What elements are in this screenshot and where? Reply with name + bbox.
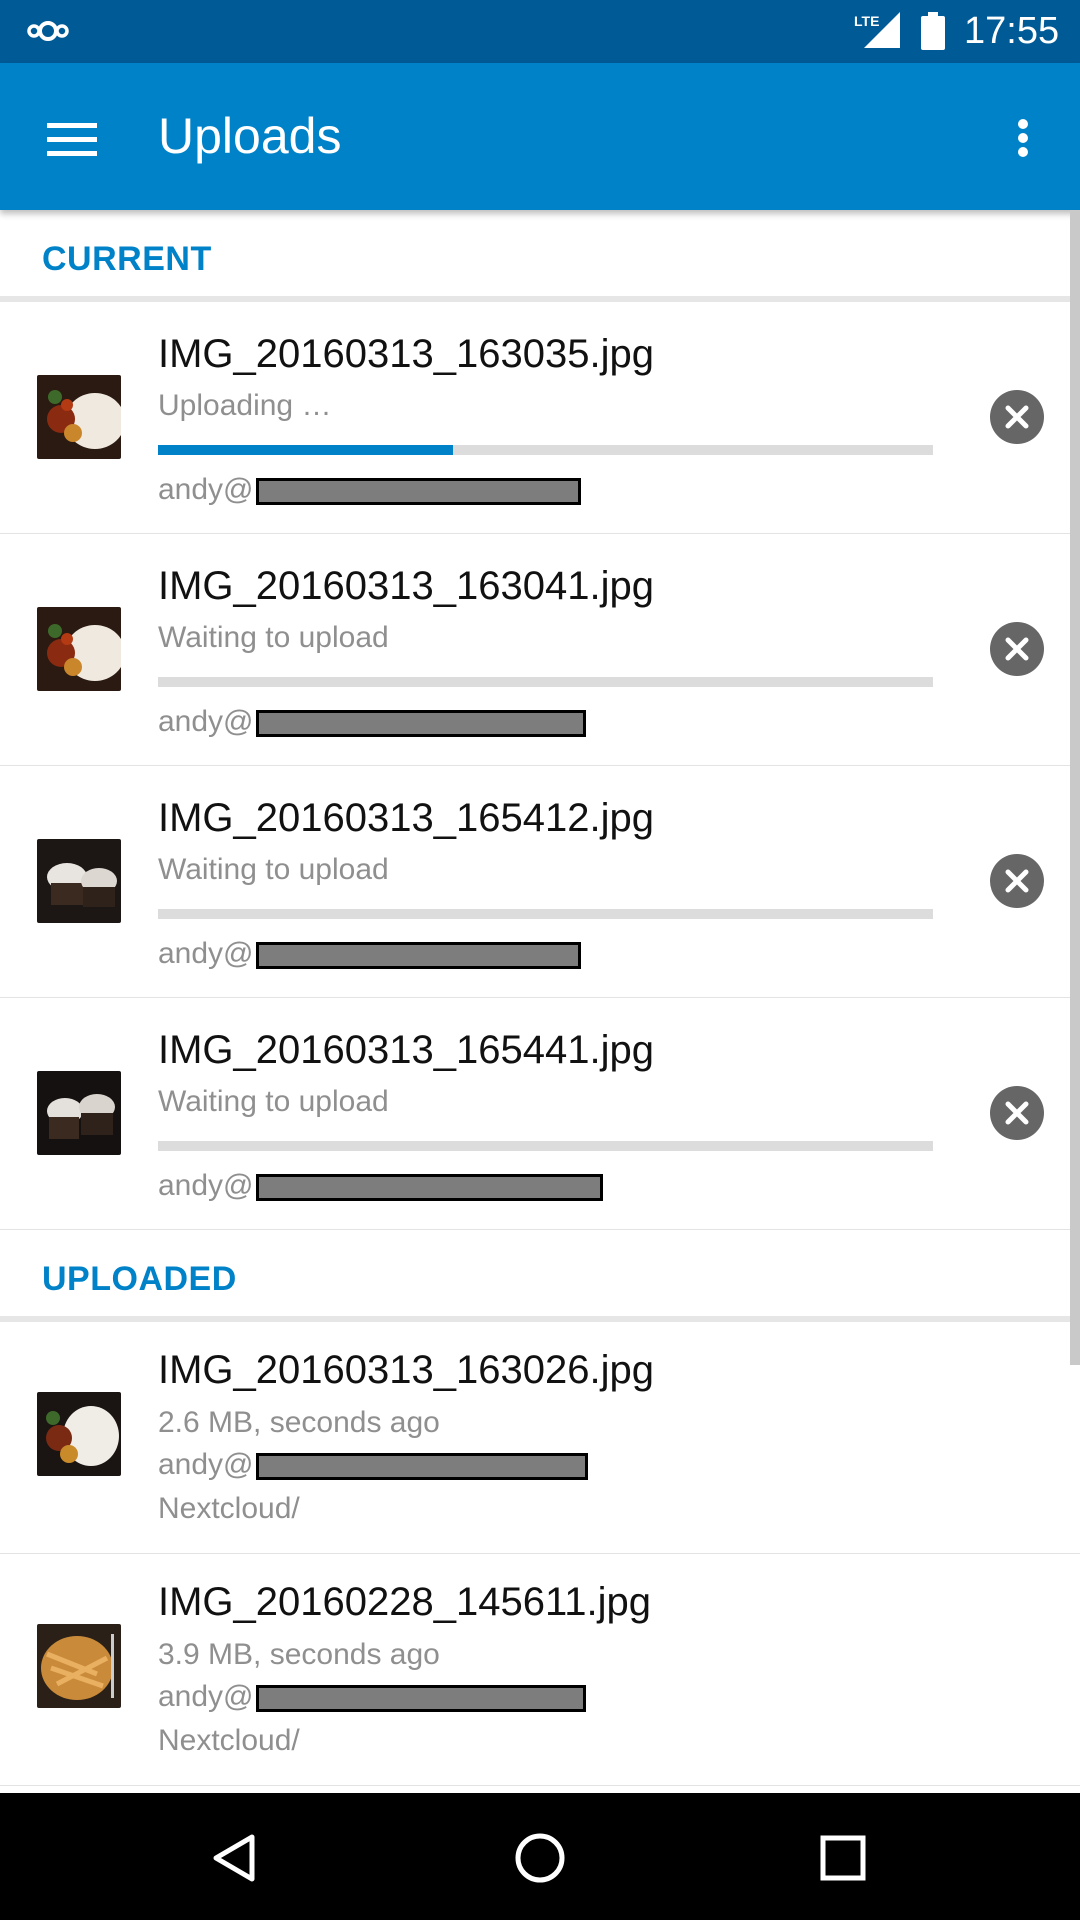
progress-bar xyxy=(158,1141,933,1151)
upload-status: Waiting to upload xyxy=(158,621,389,654)
section-title: UPLOADED xyxy=(42,1260,237,1298)
thumbnail-image xyxy=(37,839,121,923)
uploads-list: CURRENT IMG_20160313_163035.jpg Uploadin… xyxy=(0,210,1080,1793)
file-size: 3.9 MB, seconds ago xyxy=(158,1638,440,1671)
clock: 17:55 xyxy=(964,10,1060,52)
file-name: IMG_20160228_145611.jpg xyxy=(158,1580,652,1624)
cancel-icon[interactable] xyxy=(990,390,1044,444)
svg-text:LTE: LTE xyxy=(854,13,879,29)
upload-status: Waiting to upload xyxy=(158,853,389,886)
upload-status: Uploading … xyxy=(158,389,332,422)
redacted-text xyxy=(255,477,581,505)
list-item[interactable]: IMG_20160313_163026.jpg 2.6 MB, seconds … xyxy=(0,1322,1080,1554)
progress-bar xyxy=(158,677,933,687)
account-name: andy@ xyxy=(158,1680,586,1714)
cancel-icon[interactable] xyxy=(990,1086,1044,1140)
battery-icon xyxy=(921,12,945,50)
back-icon[interactable] xyxy=(200,1823,270,1893)
status-bar: LTE 17:55 xyxy=(0,0,1080,63)
cancel-icon[interactable] xyxy=(990,854,1044,908)
account-name: andy@ xyxy=(158,705,586,739)
file-name: IMG_20160313_163041.jpg xyxy=(158,564,654,608)
file-name: IMG_20160313_165441.jpg xyxy=(158,1028,654,1072)
list-item[interactable]: IMG_20160313_165412.jpg Waiting to uploa… xyxy=(0,766,1080,998)
recents-icon[interactable] xyxy=(808,1823,878,1893)
list-item[interactable]: IMG_20160313_163041.jpg Waiting to uploa… xyxy=(0,534,1080,766)
home-icon[interactable] xyxy=(505,1823,575,1893)
account-name: andy@ xyxy=(158,473,581,507)
more-vert-icon[interactable] xyxy=(998,103,1048,173)
list-item[interactable]: IMG_20160228_145611.jpg 3.9 MB, seconds … xyxy=(0,1554,1080,1786)
app-bar: Uploads xyxy=(0,63,1080,210)
folder-path: Nextcloud/ xyxy=(158,1492,300,1525)
system-nav-bar xyxy=(0,1793,1080,1920)
account-name: andy@ xyxy=(158,1169,603,1203)
section-title: CURRENT xyxy=(42,240,212,278)
cancel-icon[interactable] xyxy=(990,622,1044,676)
thumbnail-image xyxy=(37,375,121,459)
lte-signal-icon: LTE xyxy=(854,12,900,48)
nextcloud-logo-icon xyxy=(27,21,69,41)
account-name: andy@ xyxy=(158,1448,588,1482)
file-size: 2.6 MB, seconds ago xyxy=(158,1406,440,1439)
redacted-text xyxy=(255,709,586,737)
section-header-current: CURRENT xyxy=(0,210,1080,302)
section-header-uploaded: UPLOADED xyxy=(0,1230,1080,1322)
file-name: IMG_20160313_163035.jpg xyxy=(158,332,654,376)
thumbnail-image xyxy=(37,607,121,691)
file-name: IMG_20160313_165412.jpg xyxy=(158,796,654,840)
thumbnail-image xyxy=(37,1624,121,1708)
page-title: Uploads xyxy=(158,108,342,164)
progress-bar xyxy=(158,909,933,919)
file-name: IMG_20160313_163026.jpg xyxy=(158,1348,654,1392)
progress-bar xyxy=(158,445,933,455)
thumbnail-image xyxy=(37,1392,121,1476)
menu-icon[interactable] xyxy=(30,103,115,173)
redacted-text xyxy=(255,1452,588,1480)
redacted-text xyxy=(255,1684,586,1712)
account-name: andy@ xyxy=(158,937,581,971)
redacted-text xyxy=(255,941,581,969)
list-item[interactable]: IMG_20160313_165441.jpg Waiting to uploa… xyxy=(0,998,1080,1230)
redacted-text xyxy=(255,1173,603,1201)
folder-path: Nextcloud/ xyxy=(158,1724,300,1757)
thumbnail-image xyxy=(37,1071,121,1155)
upload-status: Waiting to upload xyxy=(158,1085,389,1118)
scrollbar[interactable] xyxy=(1070,210,1080,1365)
progress-fill xyxy=(158,445,453,455)
list-item[interactable]: IMG_20160313_163035.jpg Uploading … andy… xyxy=(0,302,1080,534)
